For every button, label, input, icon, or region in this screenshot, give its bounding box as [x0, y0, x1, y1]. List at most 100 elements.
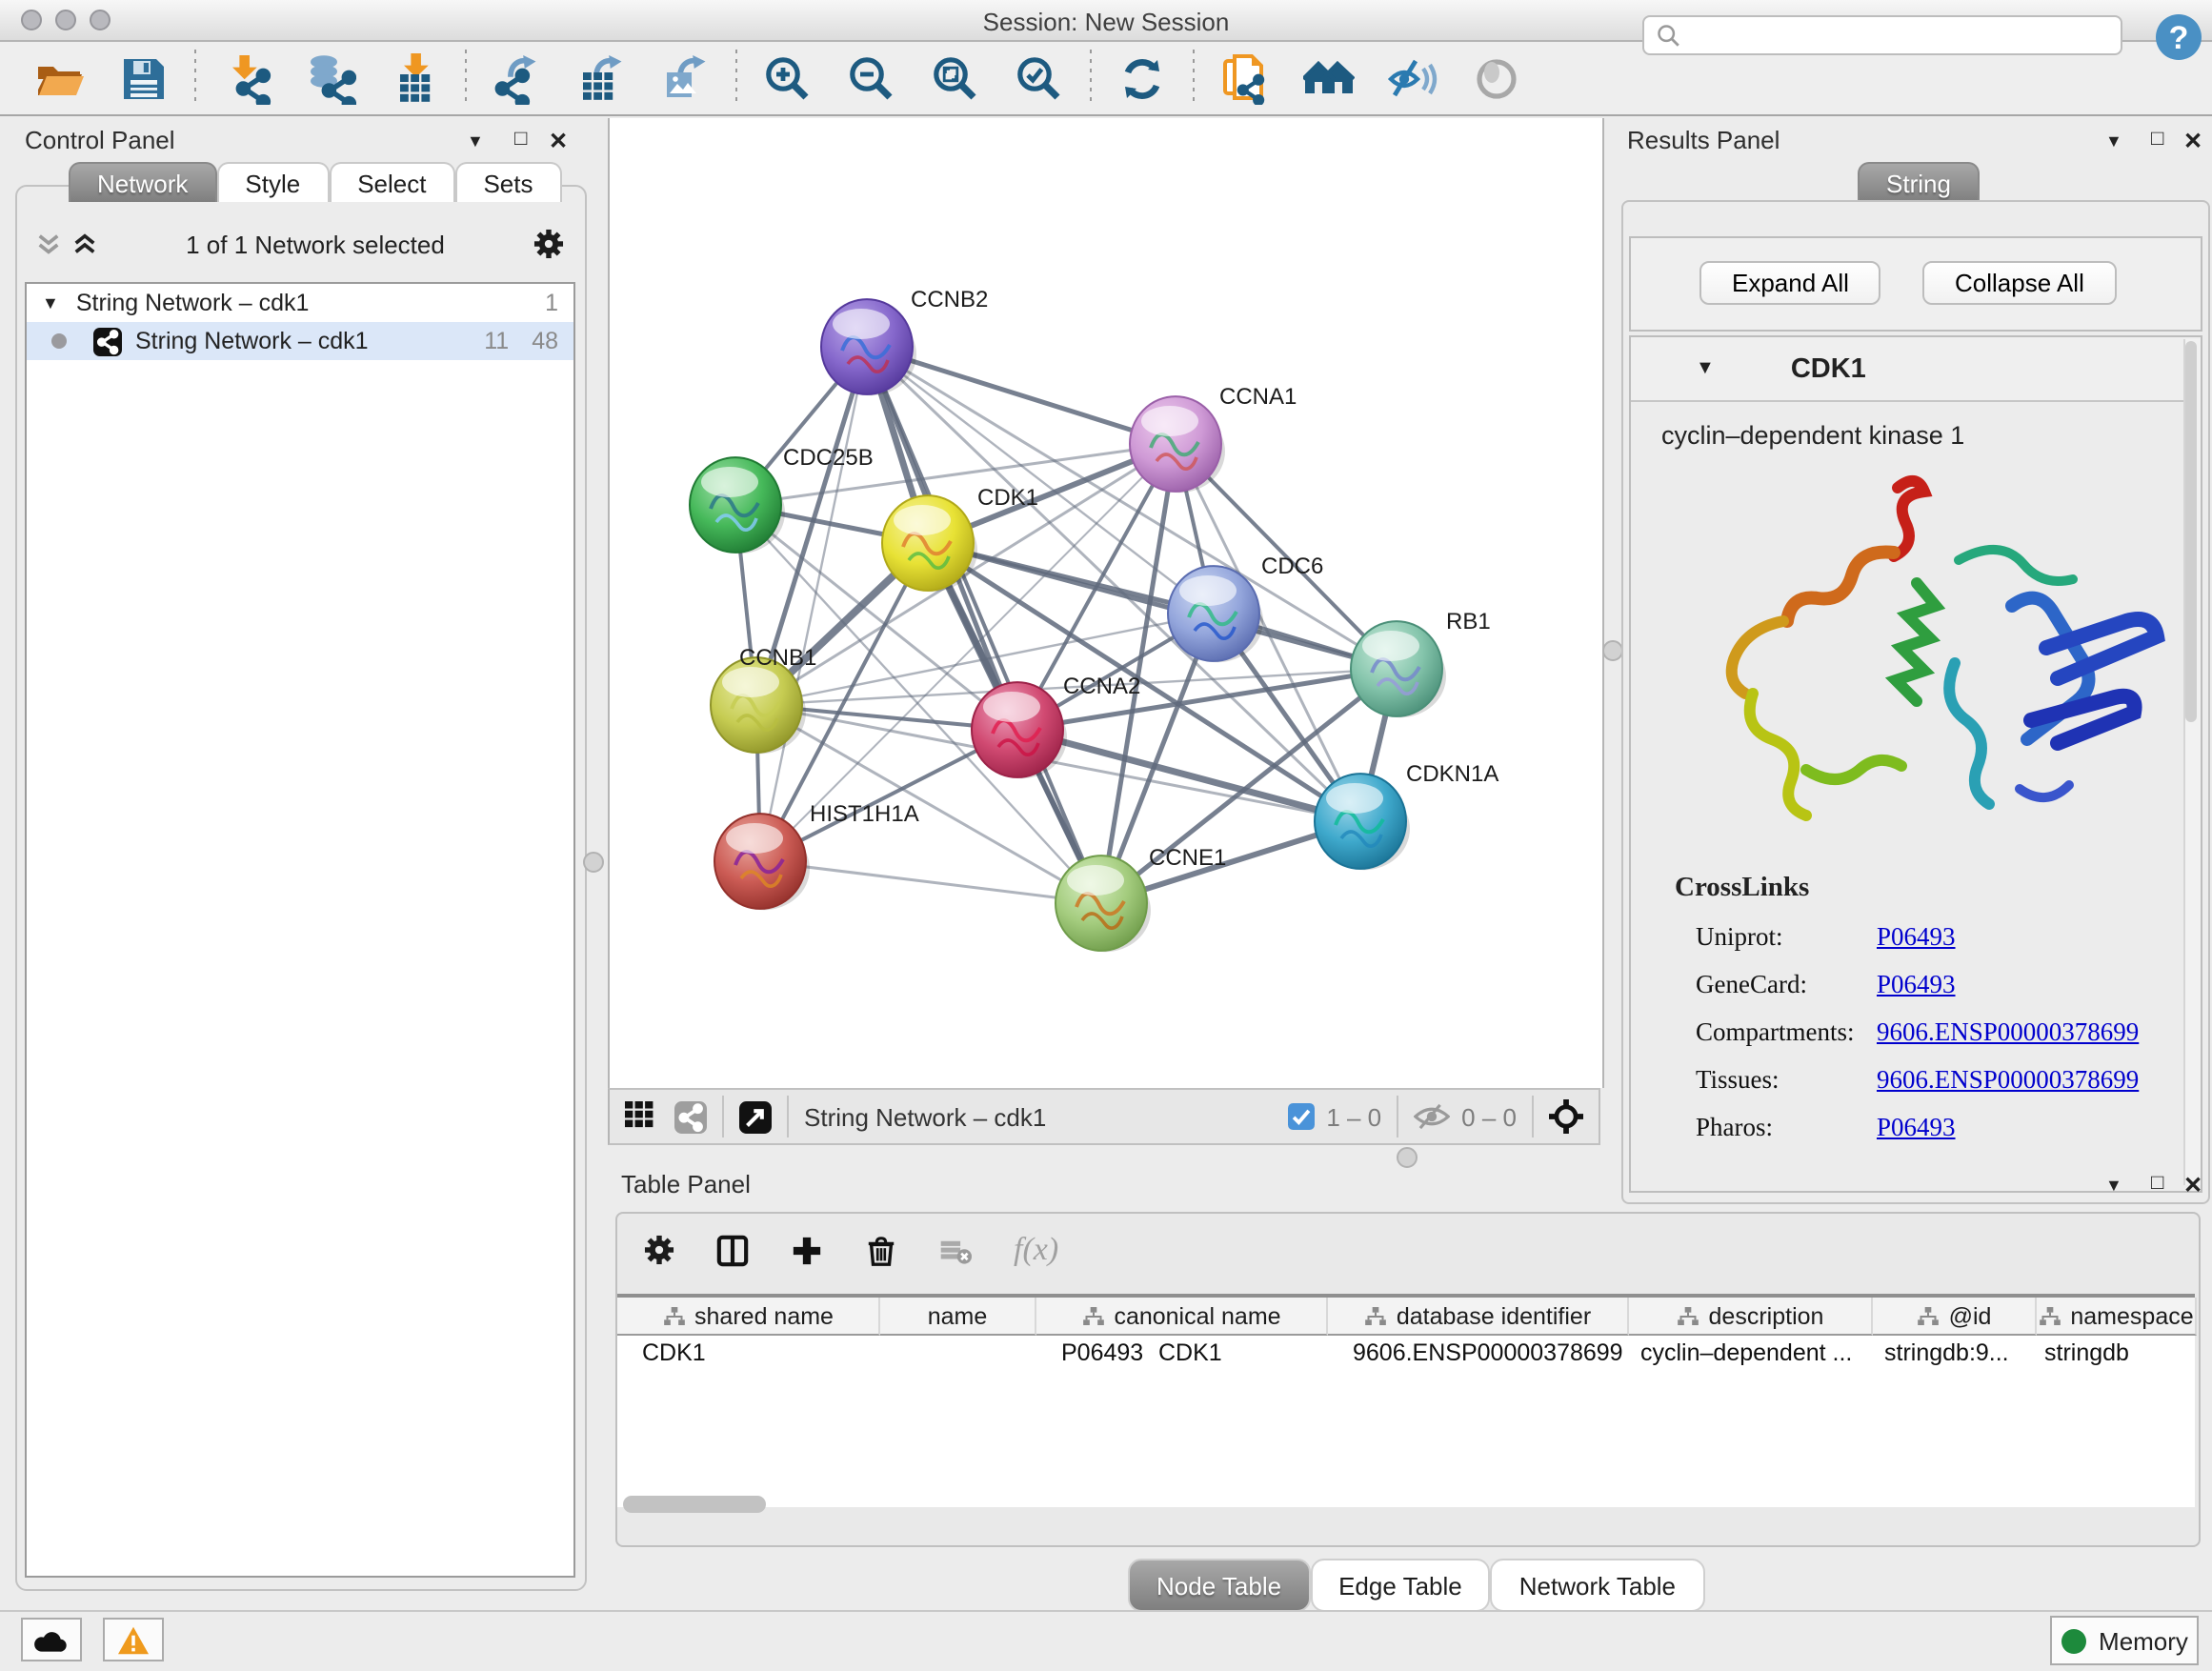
home-button[interactable] — [1303, 52, 1355, 104]
gear-icon[interactable] — [533, 229, 564, 259]
node-CDKN1A[interactable] — [1315, 774, 1410, 870]
network-row-selected[interactable]: String Network – cdk1 11 48 — [27, 322, 573, 360]
column-header-description[interactable]: description — [1629, 1298, 1873, 1336]
results-scrollbar-thumb[interactable] — [2185, 341, 2197, 722]
tab-network-table[interactable]: Network Table — [1491, 1559, 1704, 1612]
delete-column-icon[interactable] — [865, 1234, 897, 1266]
node-HIST1H1A[interactable] — [714, 814, 810, 910]
expand-all-button[interactable]: Expand All — [1699, 261, 1881, 305]
table-cell[interactable]: cyclin–dependent ... — [1640, 1339, 1873, 1370]
table-panel-menu-icon[interactable]: ▼ — [2105, 1176, 2122, 1195]
tab-sets[interactable]: Sets — [454, 162, 561, 202]
birdseye-icon[interactable] — [1549, 1099, 1583, 1134]
hide-details-button[interactable] — [1387, 52, 1438, 104]
gene-section-header[interactable]: ▼ CDK1 — [1631, 337, 2201, 402]
edge-CCNB2-HIST1H1A[interactable] — [760, 347, 867, 861]
save-session-button[interactable] — [118, 52, 170, 104]
results-panel-menu-icon[interactable]: ▼ — [2105, 131, 2122, 151]
crosslink-link[interactable]: 9606.ENSP00000378699 — [1877, 1017, 2139, 1048]
node-CDK1[interactable] — [882, 495, 977, 592]
export-image-button[interactable] — [659, 52, 711, 104]
left-splitter-handle[interactable] — [583, 852, 604, 873]
cloud-button[interactable] — [21, 1618, 82, 1661]
warnings-button[interactable] — [103, 1618, 164, 1661]
memory-button[interactable]: Memory — [2050, 1616, 2199, 1665]
tab-network[interactable]: Network — [69, 162, 216, 202]
import-network-database-button[interactable] — [305, 52, 356, 104]
search-input[interactable] — [1682, 20, 2121, 50]
zoom-selected-button[interactable] — [1014, 52, 1065, 104]
import-network-file-button[interactable] — [221, 52, 272, 104]
crosslink-link[interactable]: P06493 — [1877, 1113, 1956, 1143]
network-canvas[interactable]: CCNB2 CCNA1 CDC25B CDK1 CDC6 RB1 CCNB1 C… — [608, 118, 1604, 1088]
export-table-button[interactable] — [575, 52, 627, 104]
tab-node-table[interactable]: Node Table — [1128, 1559, 1310, 1612]
table-cell[interactable]: stringdb — [2044, 1339, 2197, 1370]
right-splitter-handle[interactable] — [1602, 640, 1623, 661]
collection-expander-icon[interactable]: ▼ — [42, 293, 59, 312]
node-RB1[interactable] — [1351, 621, 1446, 717]
network-graph[interactable]: CCNB2 CCNA1 CDC25B CDK1 CDC6 RB1 CCNB1 C… — [610, 118, 1602, 1088]
bottom-splitter-handle[interactable] — [1397, 1147, 1418, 1168]
tab-edge-table[interactable]: Edge Table — [1310, 1559, 1491, 1612]
results-panel-close-icon[interactable]: ✕ — [2183, 128, 2202, 154]
function-builder-icon[interactable]: f(x) — [1014, 1231, 1058, 1269]
tab-select[interactable]: Select — [329, 162, 454, 202]
tab-string[interactable]: String — [1858, 162, 1980, 202]
table-cell[interactable]: CDK1 — [642, 1339, 880, 1370]
grid-view-icon[interactable] — [625, 1101, 655, 1132]
share-view-icon[interactable] — [674, 1100, 707, 1133]
edge-CCNA1-HIST1H1A[interactable] — [760, 444, 1176, 861]
clipboard-import-button[interactable] — [1219, 52, 1271, 104]
show-columns-icon[interactable] — [716, 1234, 749, 1266]
results-panel-float-icon[interactable]: □ — [2151, 128, 2163, 151]
table-cell[interactable]: P06493 — [1061, 1339, 1328, 1370]
tab-style[interactable]: Style — [216, 162, 329, 202]
control-panel-float-icon[interactable]: □ — [514, 128, 527, 151]
column-header-database-identifier[interactable]: database identifier — [1328, 1298, 1629, 1336]
selected-checkbox-icon[interactable] — [1288, 1103, 1315, 1130]
column-header-namespace[interactable]: namespace — [2037, 1298, 2197, 1336]
network-collection-row[interactable]: ▼ String Network – cdk1 1 — [27, 284, 573, 322]
control-panel-close-icon[interactable]: ✕ — [549, 128, 568, 154]
edge-CCNA2-CDKN1A[interactable] — [1017, 730, 1360, 821]
crosslink-link[interactable]: 9606.ENSP00000378699 — [1877, 1065, 2139, 1096]
hidden-eye-icon[interactable] — [1414, 1103, 1450, 1130]
table-panel-float-icon[interactable]: □ — [2151, 1172, 2163, 1195]
import-table-button[interactable] — [389, 52, 440, 104]
table-cell[interactable]: 9606.ENSP00000378699 — [1353, 1339, 1629, 1370]
zoom-out-button[interactable] — [846, 52, 897, 104]
add-column-icon[interactable] — [791, 1234, 823, 1266]
node-CCNA2[interactable] — [972, 682, 1067, 778]
table-settings-icon[interactable] — [644, 1235, 674, 1265]
collapse-all-icon[interactable] — [36, 232, 61, 256]
edge-CDK1-RB1[interactable] — [928, 543, 1397, 669]
help-button[interactable]: ? — [2153, 11, 2204, 63]
node-CDC25B[interactable] — [690, 457, 785, 554]
show-details-button[interactable] — [1471, 52, 1522, 104]
delete-table-icon[interactable] — [939, 1234, 972, 1266]
column-header--id[interactable]: @id — [1873, 1298, 2037, 1336]
column-header-canonical-name[interactable]: canonical name — [1036, 1298, 1328, 1336]
collapse-all-button[interactable]: Collapse All — [1922, 261, 2117, 305]
table-panel-close-icon[interactable]: ✕ — [2183, 1172, 2202, 1198]
open-session-button[interactable] — [34, 52, 86, 104]
gene-expander-icon[interactable]: ▼ — [1696, 358, 1715, 379]
crosslink-link[interactable]: P06493 — [1877, 922, 1956, 953]
edge-HIST1H1A-CCNE1[interactable] — [760, 861, 1101, 903]
node-table[interactable]: shared namenamecanonical namedatabase id… — [617, 1294, 2195, 1507]
zoom-fit-button[interactable] — [930, 52, 981, 104]
detach-view-icon[interactable] — [739, 1100, 772, 1133]
search-box[interactable] — [1642, 15, 2122, 55]
node-CCNB2[interactable] — [821, 299, 916, 395]
zoom-in-button[interactable] — [762, 52, 814, 104]
crosslink-link[interactable]: P06493 — [1877, 970, 1956, 1000]
refresh-network-button[interactable] — [1116, 52, 1168, 104]
column-header-name[interactable]: name — [880, 1298, 1036, 1336]
export-network-button[interactable] — [492, 52, 543, 104]
control-panel-menu-icon[interactable]: ▼ — [467, 131, 484, 151]
expand-all-icon[interactable] — [72, 232, 97, 256]
node-CCNA1[interactable] — [1130, 396, 1225, 493]
table-hscrollbar-thumb[interactable] — [623, 1496, 766, 1513]
column-header-shared-name[interactable]: shared name — [617, 1298, 880, 1336]
